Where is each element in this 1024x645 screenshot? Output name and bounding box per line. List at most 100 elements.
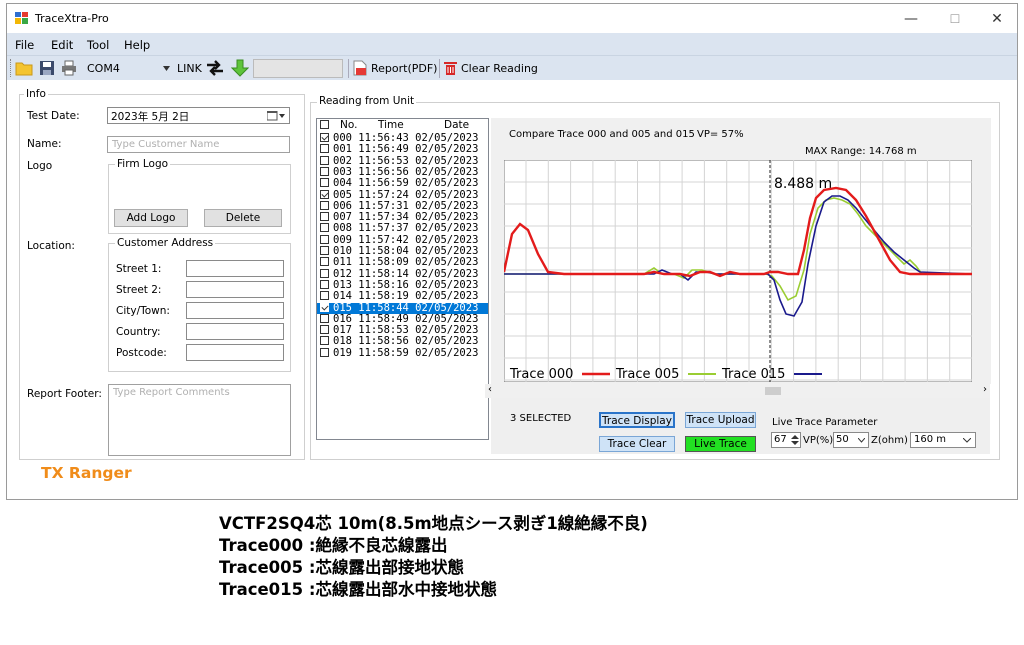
plot-area <box>504 160 972 382</box>
row-checkbox[interactable] <box>320 291 329 301</box>
toolbar-grip <box>10 59 12 77</box>
street2-label: Street 2: <box>116 284 162 296</box>
country-input[interactable] <box>186 323 284 340</box>
reading-list: No. Time Date 000 11:56:43 02/05/2023 001… <box>316 118 489 440</box>
scroll-thumb[interactable] <box>765 387 781 395</box>
col-date: Date <box>444 119 470 131</box>
city-input[interactable] <box>186 302 284 319</box>
row-text: 011 11:58:09 02/05/2023 <box>333 256 479 269</box>
logo-label: Logo <box>27 160 53 172</box>
chevron-down-icon[interactable] <box>963 438 971 443</box>
row-checkbox[interactable] <box>320 234 329 244</box>
list-item[interactable]: 019 11:58:59 02/05/2023 <box>317 347 488 359</box>
save-icon[interactable] <box>39 60 55 76</box>
street2-input[interactable] <box>186 281 284 298</box>
app-window: TraceXtra-Pro — ☐ ✕ File Edit Tool Help … <box>6 3 1018 500</box>
chart-legend: Trace 000 Trace 005 Trace 015 <box>509 367 822 382</box>
row-text: 006 11:57:31 02/05/2023 <box>333 199 479 212</box>
row-text: 016 11:58:49 02/05/2023 <box>333 312 479 325</box>
trace-chart: 8.488 m Trace 000 Trace 005 Trace 015 <box>504 160 972 382</box>
row-checkbox[interactable] <box>320 347 329 357</box>
row-checkbox[interactable] <box>320 279 329 289</box>
trace-upload-button[interactable]: Trace Upload <box>685 412 756 428</box>
row-checkbox[interactable] <box>320 212 329 222</box>
col-no: No. <box>340 119 358 131</box>
name-label: Name: <box>27 138 62 150</box>
row-checkbox[interactable] <box>320 268 329 278</box>
selected-count: 3 SELECTED <box>510 413 572 424</box>
row-checkbox[interactable] <box>320 246 329 255</box>
pdf-report-icon[interactable] <box>353 60 367 76</box>
chart-scrollbar[interactable]: ‹ › <box>485 384 990 398</box>
maximize-button[interactable]: ☐ <box>939 8 971 30</box>
caption-line-2: Trace000 :絶縁不良芯線露出 <box>219 536 448 555</box>
download-arrow-icon[interactable] <box>231 59 249 77</box>
test-date-picker[interactable]: 2023年 5月 2日 <box>107 107 290 124</box>
row-checkbox[interactable] <box>320 133 329 142</box>
delete-logo-button[interactable]: Delete <box>204 209 282 227</box>
postcode-input[interactable] <box>186 344 284 361</box>
menu-help[interactable]: Help <box>124 38 150 52</box>
calendar-icon[interactable] <box>267 111 285 121</box>
menu-edit[interactable]: Edit <box>51 38 73 52</box>
row-text: 018 11:58:56 02/05/2023 <box>333 335 479 348</box>
clear-reading-button[interactable]: Clear Reading <box>461 62 538 75</box>
menu-tool[interactable]: Tool <box>87 38 109 52</box>
chevron-down-icon[interactable] <box>163 66 170 71</box>
live-trace-button[interactable]: Live Trace <box>685 436 756 452</box>
app-icon <box>15 12 28 24</box>
city-label: City/Town: <box>116 305 170 317</box>
row-text: 007 11:57:34 02/05/2023 <box>333 211 479 224</box>
spinner-arrows-icon[interactable] <box>791 434 799 446</box>
minimize-button[interactable]: — <box>895 8 927 30</box>
row-checkbox[interactable] <box>320 200 329 210</box>
legend-trace-000: Trace 000 <box>509 367 573 382</box>
report-footer-label: Report Footer: <box>27 388 102 400</box>
caption-block: VCTF2SQ4芯 10m(8.5m地点シース剥ぎ1線絶縁不良) Trace00… <box>219 513 819 601</box>
select-all-checkbox[interactable] <box>320 120 329 129</box>
customer-name-input[interactable]: Type Customer Name <box>107 136 290 153</box>
compare-text: Compare Trace 000 and 005 and 015 <box>509 129 695 140</box>
test-date-value: 2023年 5月 2日 <box>111 111 190 123</box>
range-select[interactable]: 160 m <box>910 432 976 448</box>
row-text: 015 11:58:44 02/05/2023 <box>333 301 479 314</box>
scroll-left-icon[interactable]: ‹ <box>488 384 492 395</box>
live-param-label: Live Trace Parameter <box>772 417 878 428</box>
row-text: 013 11:58:16 02/05/2023 <box>333 278 479 291</box>
row-text: 009 11:57:42 02/05/2023 <box>333 233 479 246</box>
chevron-down-icon[interactable] <box>858 438 865 443</box>
link-arrows-icon[interactable] <box>205 60 225 76</box>
print-icon[interactable] <box>61 60 77 76</box>
close-button[interactable]: ✕ <box>981 8 1013 30</box>
list-header: No. Time Date <box>317 119 488 131</box>
com-port-select[interactable]: COM4 <box>87 62 120 75</box>
row-checkbox[interactable] <box>320 144 329 154</box>
street1-input[interactable] <box>186 260 284 277</box>
row-checkbox[interactable] <box>320 257 329 267</box>
row-checkbox[interactable] <box>320 166 329 176</box>
add-logo-button[interactable]: Add Logo <box>114 209 188 227</box>
open-folder-icon[interactable] <box>15 60 33 76</box>
link-label: LINK <box>177 62 202 75</box>
row-checkbox[interactable] <box>320 336 329 346</box>
row-text: 005 11:57:24 02/05/2023 <box>333 188 479 201</box>
row-text: 017 11:58:53 02/05/2023 <box>333 324 479 337</box>
row-checkbox[interactable] <box>320 313 329 323</box>
row-checkbox[interactable] <box>320 302 329 312</box>
trash-icon[interactable] <box>444 60 457 76</box>
row-checkbox[interactable] <box>320 223 329 233</box>
row-checkbox[interactable] <box>320 325 329 335</box>
row-checkbox[interactable] <box>320 189 329 199</box>
row-checkbox[interactable] <box>320 155 329 165</box>
report-footer-input[interactable]: Type Report Comments <box>108 384 291 456</box>
impedance-select[interactable]: 50 <box>833 432 869 448</box>
vp-spinner[interactable]: 67 <box>771 432 801 448</box>
range-value: 160 m <box>914 434 947 445</box>
trace-clear-button[interactable]: Trace Clear <box>599 436 675 452</box>
scroll-right-icon[interactable]: › <box>983 384 987 395</box>
report-pdf-button[interactable]: Report(PDF) <box>371 62 437 75</box>
menu-file[interactable]: File <box>15 38 34 52</box>
main-area: Info Test Date: 2023年 5月 2日 Name: Type C… <box>7 80 1017 499</box>
row-checkbox[interactable] <box>320 178 329 188</box>
trace-display-button[interactable]: Trace Display <box>599 412 675 428</box>
